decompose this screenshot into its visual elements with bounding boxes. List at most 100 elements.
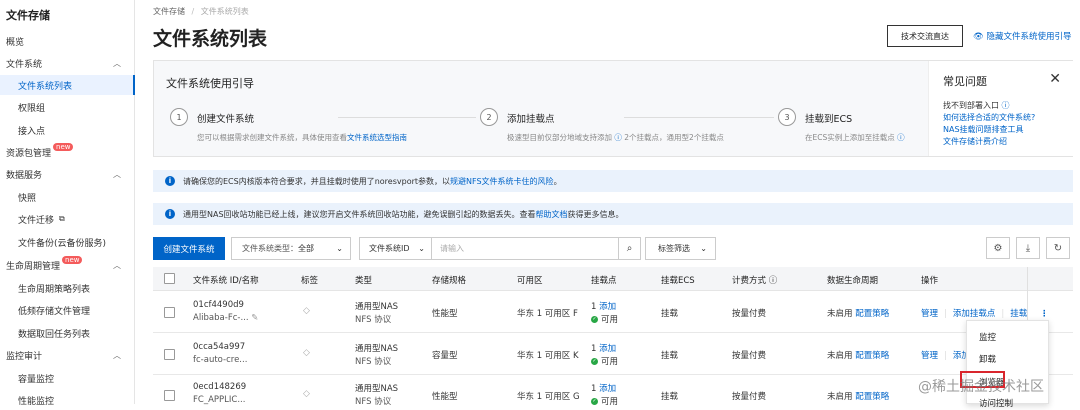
mount-ecs-link[interactable]: 挂载: [661, 307, 678, 319]
sidebar-item-ia-file-mgmt[interactable]: 低频存储文件管理: [0, 300, 135, 320]
tag-icon[interactable]: ◇: [303, 348, 310, 358]
chevron-up-icon: ︿: [113, 169, 121, 179]
help-icon: ⓘ: [768, 276, 778, 286]
menu-item-monitor[interactable]: 监控: [979, 331, 996, 343]
help-icon[interactable]: ⓘ: [897, 133, 905, 142]
search-input[interactable]: 请输入 ⌕: [431, 237, 641, 260]
sidebar-item-performance-monitor[interactable]: 性能监控: [0, 390, 135, 410]
faq-item[interactable]: 文件存储计费介绍: [943, 136, 1007, 147]
hide-guide-link[interactable]: 👁 隐藏文件系统使用引导: [973, 30, 1072, 42]
sidebar-item-data-retrieval[interactable]: 数据取回任务列表: [0, 323, 135, 343]
tag-icon[interactable]: ◇: [303, 389, 310, 399]
add-mount-link[interactable]: 添加: [599, 302, 616, 312]
notice-bar: i 通用型NAS回收站功能已经上线，建议您开启文件系统回收站功能，避免误删引起的…: [153, 203, 1073, 225]
info-icon: i: [165, 209, 175, 219]
new-badge: new: [53, 143, 74, 151]
add-mount-point-link[interactable]: 添加挂载点: [953, 309, 996, 319]
help-icon[interactable]: ⓘ: [614, 133, 622, 142]
faq-item[interactable]: 找不到部署入口 ⓘ: [943, 100, 1010, 111]
tag-filter-button[interactable]: 标签筛选 ⌄: [645, 237, 716, 260]
download-icon[interactable]: ⤓: [1016, 237, 1040, 259]
chevron-up-icon: ︿: [113, 260, 121, 270]
settings-icon[interactable]: ⚙: [986, 237, 1010, 259]
sidebar-item-overview[interactable]: 概览: [0, 31, 135, 51]
sidebar-title: 文件存储: [6, 9, 50, 22]
fs-id-select[interactable]: 文件系统ID ⌄: [359, 237, 432, 260]
close-icon[interactable]: ✕: [1049, 71, 1061, 87]
help-icon: ⓘ: [1001, 101, 1010, 110]
configure-policy-link[interactable]: 配置策略: [855, 309, 889, 319]
fs-id-link[interactable]: 0cca54a997: [193, 342, 245, 352]
table-row: 0cca54a997 fc-auto-cre... ◇ 通用型NAS NFS 协…: [153, 334, 1073, 375]
faq-item[interactable]: NAS挂载问题排查工具: [943, 124, 1024, 135]
mount-ecs-link[interactable]: 挂载: [661, 390, 678, 402]
breadcrumb-current: 文件系统列表: [200, 7, 249, 16]
chevron-up-icon: ︿: [113, 350, 121, 360]
search-icon[interactable]: ⌕: [618, 238, 640, 259]
chevron-down-icon: ⌄: [336, 244, 343, 253]
watermark: @稀土掘金技术社区: [918, 379, 1044, 395]
configure-policy-link[interactable]: 配置策略: [855, 392, 889, 402]
sidebar-group-filesystem[interactable]: 文件系统 ︿: [0, 53, 135, 73]
usage-guide-panel: 文件系统使用引导 1 创建文件系统 您可以根据需求创建文件系统，具体使用查看文件…: [153, 60, 1073, 157]
notice-link[interactable]: 规避NFS文件系统卡住的风险: [450, 176, 554, 187]
sidebar-group-data-service[interactable]: 数据服务 ︿: [0, 164, 135, 184]
refresh-icon[interactable]: ↻: [1046, 237, 1070, 259]
menu-item-unmount[interactable]: 卸载: [979, 353, 996, 365]
sidebar-item-access-point[interactable]: 接入点: [0, 120, 135, 140]
sidebar-item-file-migration[interactable]: 文件迁移 ⧉: [0, 209, 135, 229]
sidebar-item-capacity-monitor[interactable]: 容量监控: [0, 368, 135, 388]
mount-link[interactable]: 挂载: [1010, 309, 1027, 319]
main-content: 文件存储 / 文件系统列表 文件系统列表 技术交流直达 👁 隐藏文件系统使用引导…: [135, 0, 1080, 407]
breadcrumb-root[interactable]: 文件存储: [153, 7, 185, 16]
row-checkbox[interactable]: [164, 307, 175, 318]
sidebar-item-lifecycle-policy[interactable]: 生命周期策略列表: [0, 278, 135, 298]
create-filesystem-button[interactable]: 创建文件系统: [153, 237, 225, 260]
chevron-up-icon: ︿: [113, 58, 121, 68]
check-icon: ✓: [591, 358, 598, 365]
guide-step-3: 3 挂载到ECS 在ECS实例上添加至挂载点 ⓘ: [778, 108, 905, 142]
new-badge: new: [62, 256, 83, 264]
configure-policy-link[interactable]: 配置策略: [855, 351, 889, 361]
info-icon: i: [165, 176, 175, 186]
tag-icon[interactable]: ◇: [303, 306, 310, 316]
guide-title: 文件系统使用引导: [166, 77, 254, 90]
table-header: 文件系统 ID/名称 标签 类型 存储规格 可用区 挂载点 挂载ECS 计费方式…: [153, 267, 1073, 291]
add-mount-link[interactable]: 添加: [599, 344, 616, 354]
fs-id-link[interactable]: 01cf4490d9: [193, 300, 244, 310]
chevron-down-icon: ⌄: [418, 244, 425, 253]
select-all-checkbox[interactable]: [164, 273, 175, 284]
sidebar-item-snapshot[interactable]: 快照: [0, 187, 135, 207]
tech-exchange-button[interactable]: 技术交流直达: [887, 25, 963, 47]
table-row: 01cf4490d9 Alibaba-Fc-... ✎ ◇ 通用型NAS NFS…: [153, 292, 1073, 333]
more-options-icon[interactable]: ⋮: [1040, 309, 1049, 319]
page-title: 文件系统列表: [153, 28, 268, 50]
sidebar-item-resource-package[interactable]: 资源包管理 new: [0, 142, 135, 162]
chevron-down-icon: ⌄: [700, 244, 707, 253]
manage-link[interactable]: 管理: [921, 309, 938, 319]
row-checkbox[interactable]: [164, 390, 175, 401]
add-mount-link[interactable]: 添加: [599, 384, 616, 394]
sidebar: 文件存储 概览 文件系统 ︿ 文件系统列表 权限组 接入点 资源包管理 new 数据…: [0, 0, 135, 407]
fs-type-select[interactable]: 文件系统类型： 全部 ⌄: [231, 237, 351, 260]
faq-panel: 常见问题 ✕ 找不到部署入口 ⓘ 如何选择合适的文件系统? NAS挂载问题排查工…: [928, 61, 1073, 156]
fs-selection-guide-link[interactable]: 文件系统选型指南: [347, 133, 407, 142]
mount-ecs-link[interactable]: 挂载: [661, 349, 678, 361]
faq-item[interactable]: 如何选择合适的文件系统?: [943, 112, 1035, 123]
external-link-icon: ⧉: [59, 214, 65, 223]
sidebar-group-lifecycle[interactable]: 生命周期管理 new ︿: [0, 255, 135, 275]
help-doc-link[interactable]: 帮助文档: [536, 209, 568, 220]
check-icon: ✓: [591, 316, 598, 323]
manage-link[interactable]: 管理: [921, 351, 938, 361]
breadcrumb: 文件存储 / 文件系统列表: [153, 7, 249, 16]
sidebar-item-permission-group[interactable]: 权限组: [0, 97, 135, 117]
sidebar-item-file-backup[interactable]: 文件备份(云备份服务): [0, 232, 135, 252]
fs-id-link[interactable]: 0ecd148269: [193, 382, 246, 392]
faq-title: 常见问题: [943, 75, 987, 88]
menu-item-access-control[interactable]: 访问控制: [979, 397, 1013, 409]
edit-icon: ✎: [251, 313, 259, 323]
sidebar-item-filesystem-list[interactable]: 文件系统列表: [0, 75, 135, 95]
row-checkbox[interactable]: [164, 349, 175, 360]
sidebar-group-monitor[interactable]: 监控审计 ︿: [0, 345, 135, 365]
guide-step-2: 2 添加挂载点 极速型目前仅部分地域支持添加 ⓘ 2个挂载点，通用型2个挂载点: [480, 108, 724, 142]
